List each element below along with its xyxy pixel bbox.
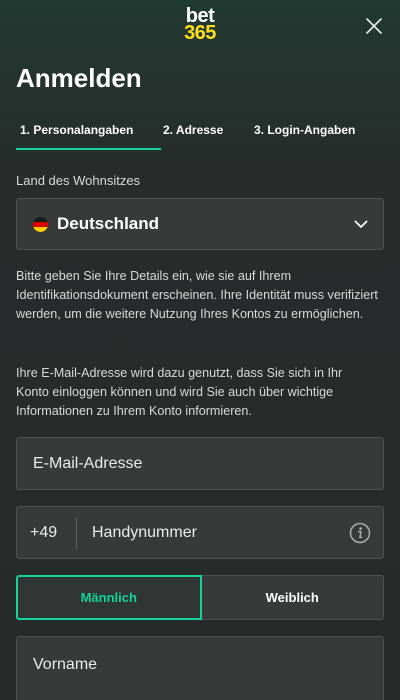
step-tabs: 1. Personalangaben 2. Adresse 3. Login-A… xyxy=(16,112,400,150)
chevron-down-icon xyxy=(354,220,368,228)
country-value: Deutschland xyxy=(57,214,160,233)
gender-female-button[interactable]: Weiblich xyxy=(201,575,384,620)
tab-adresse[interactable]: 2. Adresse xyxy=(161,112,252,150)
page-title: Anmelden xyxy=(16,63,142,93)
gender-male-button[interactable]: Männlich xyxy=(16,575,202,620)
close-button[interactable] xyxy=(364,16,384,36)
germany-flag-icon xyxy=(33,216,48,232)
logo-365-text: 365 xyxy=(184,22,216,44)
bet365-logo: bet 365 xyxy=(0,6,400,44)
identity-info-text: Bitte geben Sie Ihre Details ein, wie si… xyxy=(16,269,378,321)
firstname-placeholder: Vorname xyxy=(33,655,98,673)
phone-prefix[interactable]: +49 xyxy=(17,516,77,549)
header: bet 365 xyxy=(0,0,400,52)
phone-placeholder: Handynummer xyxy=(92,523,197,541)
tab-personalangaben[interactable]: 1. Personalangaben xyxy=(16,112,161,150)
email-placeholder: E-Mail-Adresse xyxy=(33,454,143,472)
phone-field[interactable]: +49 Handynummer xyxy=(16,506,384,559)
gender-toggle: Männlich Weiblich xyxy=(16,575,384,620)
close-icon xyxy=(366,18,382,34)
tab-login-angaben[interactable]: 3. Login-Angaben xyxy=(252,112,359,150)
country-label: Land des Wohnsitzes xyxy=(16,173,141,188)
firstname-field[interactable]: Vorname xyxy=(16,636,384,700)
email-info-text: Ihre E-Mail-Adresse wird dazu genutzt, d… xyxy=(16,366,343,418)
email-field[interactable]: E-Mail-Adresse xyxy=(16,437,384,490)
country-select[interactable]: Deutschland xyxy=(16,198,384,250)
info-icon[interactable] xyxy=(349,522,371,544)
